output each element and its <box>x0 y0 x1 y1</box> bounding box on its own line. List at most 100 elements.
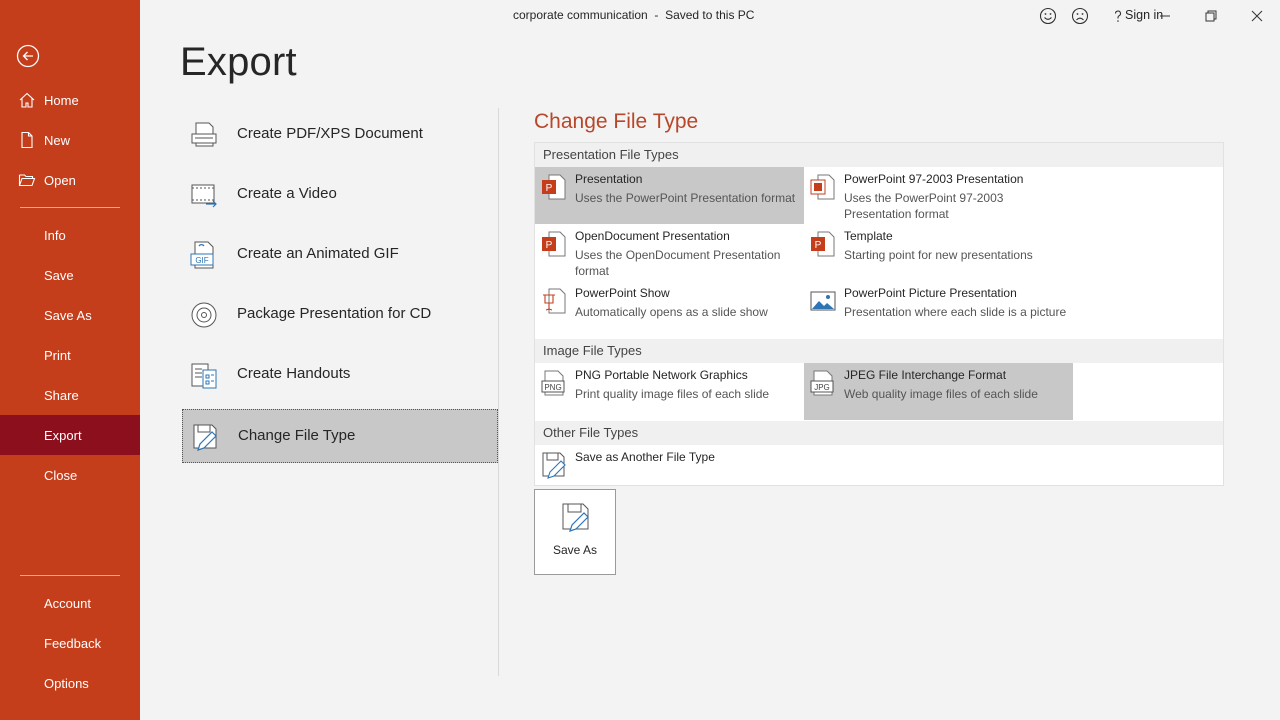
column-divider <box>498 108 499 676</box>
file-type-description: Presentation where each slide is a pictu… <box>844 305 1067 319</box>
sidebar-item-label: Print <box>44 347 71 363</box>
title-bar: corporate communication - Saved to this … <box>140 0 1280 32</box>
file-type-description: Print quality image files of each slide <box>575 387 770 401</box>
file-type-name: PNG Portable Network Graphics <box>575 368 748 382</box>
file-type-name: JPEG File Interchange Format <box>844 368 1007 382</box>
sidebar-divider <box>20 207 120 208</box>
png-badge-text: PNG <box>544 383 561 392</box>
sidebar-item-label: Options <box>44 675 89 691</box>
svg-text:P: P <box>546 183 553 194</box>
file-types-panel: Presentation File Types P Presentation U… <box>534 142 1224 486</box>
group-heading-presentation: Presentation File Types <box>535 143 1223 167</box>
file-type-description: Starting point for new presentations <box>844 248 1033 262</box>
file-type-ppt-97-2003[interactable]: PowerPoint 97-2003 Presentation Uses the… <box>804 167 1073 224</box>
sidebar-item-info[interactable]: Info <box>0 215 140 255</box>
file-type-name: PowerPoint Show <box>575 286 670 300</box>
new-document-icon <box>21 131 33 149</box>
help-icon[interactable] <box>1108 6 1128 26</box>
open-folder-icon <box>18 174 36 187</box>
sidebar-item-options[interactable]: Options <box>0 663 140 703</box>
jpg-badge-text: JPG <box>814 383 830 392</box>
sidebar-item-label: Feedback <box>44 635 102 651</box>
export-option-label: Change File Type <box>238 427 356 444</box>
export-option-create-pdf-xps[interactable]: Create PDF/XPS Document <box>182 108 498 162</box>
file-type-name: PowerPoint 97-2003 Presentation <box>844 172 1024 186</box>
sidebar-item-close[interactable]: Close <box>0 455 140 495</box>
export-option-label: Package Presentation for CD <box>237 305 432 322</box>
sidebar-item-save-as[interactable]: Save As <box>0 295 140 335</box>
file-type-picture-presentation[interactable]: PowerPoint Picture Presentation Presenta… <box>804 281 1073 338</box>
save-as-icon <box>562 503 589 532</box>
document-title: corporate communication - Saved to this … <box>513 8 755 22</box>
smile-feedback-icon[interactable] <box>1038 6 1058 26</box>
back-arrow-icon[interactable] <box>16 44 40 68</box>
sidebar-item-label: Close <box>44 467 78 483</box>
file-type-presentation[interactable]: P Presentation Uses the PowerPoint Prese… <box>535 167 804 224</box>
video-icon <box>191 184 217 208</box>
save-as-button[interactable]: Save As <box>534 489 616 575</box>
sidebar-item-label: Home <box>44 92 79 108</box>
file-type-template[interactable]: P Template Starting point for new presen… <box>804 224 1073 281</box>
file-type-description: Uses the OpenDocument Presentation forma… <box>575 248 781 278</box>
file-type-opendocument[interactable]: P OpenDocument Presentation Uses the Ope… <box>535 224 804 281</box>
sidebar-item-label: Save <box>44 267 74 283</box>
gif-icon: GIF <box>190 241 214 269</box>
powerpoint-icon: P <box>542 174 566 200</box>
export-option-change-file-type[interactable]: Change File Type <box>182 409 498 463</box>
page-title: Export <box>180 40 297 84</box>
cd-icon <box>191 302 217 328</box>
frown-feedback-icon[interactable] <box>1070 6 1090 26</box>
export-option-create-handouts[interactable]: Create Handouts <box>182 348 498 402</box>
export-option-package-for-cd[interactable]: Package Presentation for CD <box>182 288 498 342</box>
export-option-label: Create Handouts <box>237 365 351 382</box>
sidebar-divider <box>20 575 120 576</box>
file-type-another[interactable]: Save as Another File Type <box>535 445 804 483</box>
gif-badge-text: GIF <box>195 256 208 265</box>
sidebar-item-new[interactable]: New <box>0 120 140 160</box>
export-option-label: Create an Animated GIF <box>237 245 399 262</box>
powerpoint-97-2003-icon <box>810 174 835 200</box>
file-type-png[interactable]: PNG PNG Portable Network Graphics Print … <box>535 363 804 420</box>
sidebar-item-save[interactable]: Save <box>0 255 140 295</box>
sidebar-item-label: Account <box>44 595 91 611</box>
file-type-name: Presentation <box>575 172 643 186</box>
jpg-icon: JPG <box>810 370 834 396</box>
export-option-label: Create a Video <box>237 185 337 202</box>
file-type-name: Template <box>844 229 893 243</box>
change-file-type-icon <box>193 424 217 451</box>
change-file-type-heading: Change File Type <box>534 110 699 133</box>
sidebar-item-open[interactable]: Open <box>0 160 140 200</box>
svg-text:P: P <box>546 240 553 251</box>
export-option-create-animated-gif[interactable]: GIF Create an Animated GIF <box>182 228 498 282</box>
png-icon: PNG <box>541 370 565 396</box>
group-heading-image: Image File Types <box>535 339 1223 363</box>
export-option-label: Create PDF/XPS Document <box>237 125 423 142</box>
minimize-icon[interactable] <box>1155 6 1175 26</box>
sidebar-item-label: Info <box>44 227 66 243</box>
handouts-icon <box>191 363 217 389</box>
sidebar-item-label: Share <box>44 387 79 403</box>
file-type-description: Uses the PowerPoint Presentation format <box>575 191 796 205</box>
sidebar-item-account[interactable]: Account <box>0 583 140 623</box>
sidebar-item-feedback[interactable]: Feedback <box>0 623 140 663</box>
sidebar-item-share[interactable]: Share <box>0 375 140 415</box>
sidebar-item-label: New <box>44 132 71 148</box>
home-icon <box>19 92 35 108</box>
svg-text:P: P <box>815 240 822 251</box>
sidebar-item-print[interactable]: Print <box>0 335 140 375</box>
file-type-description: Automatically opens as a slide show <box>575 305 768 319</box>
group-heading-other: Other File Types <box>535 421 1223 445</box>
restore-icon[interactable] <box>1201 6 1221 26</box>
sidebar-item-label: Open <box>44 172 76 188</box>
file-type-description: Uses the PowerPoint 97-2003 Presentation… <box>844 191 1004 221</box>
close-window-icon[interactable] <box>1247 6 1267 26</box>
file-type-jpeg[interactable]: JPG JPEG File Interchange Format Web qua… <box>804 363 1073 420</box>
backstage-sidebar: Home New Open Info Save Save As Print Sh… <box>0 0 140 720</box>
sidebar-item-home[interactable]: Home <box>0 80 140 120</box>
file-type-powerpoint-show[interactable]: PowerPoint Show Automatically opens as a… <box>535 281 804 338</box>
save-as-label: Save As <box>552 543 598 557</box>
sidebar-item-export[interactable]: Export <box>0 415 140 455</box>
file-type-name: OpenDocument Presentation <box>575 229 730 243</box>
export-option-create-video[interactable]: Create a Video <box>182 168 498 222</box>
file-type-name: Save as Another File Type <box>575 450 715 464</box>
